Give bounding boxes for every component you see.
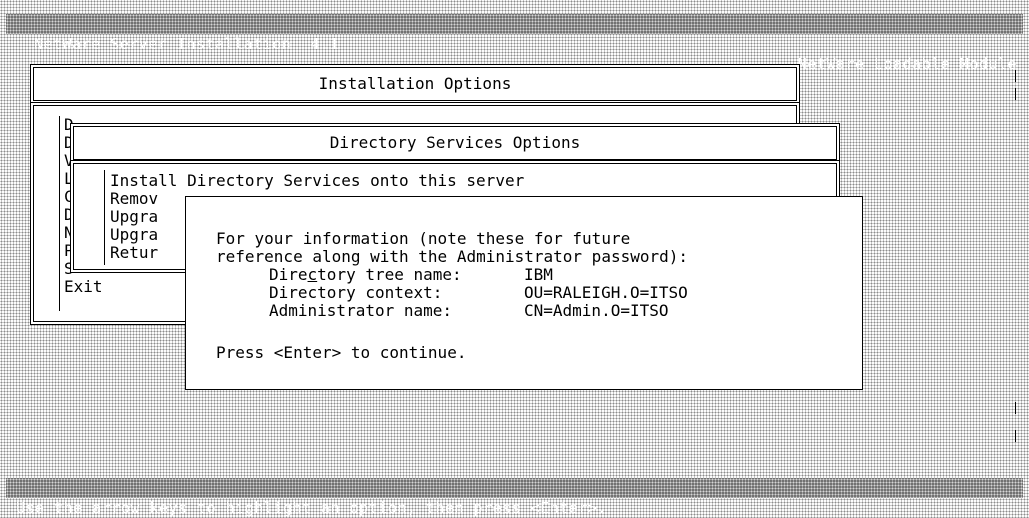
information-dialog: For your information (note these for fut… — [185, 196, 863, 390]
title-bar: NetWare Server Installation 4.1 NetWare … — [6, 14, 1023, 73]
app-title: NetWare Server Installation 4.1 — [34, 35, 339, 53]
module-label: NetWare Loadable Module — [797, 55, 1017, 73]
tree-name-label-part: tory tree name: — [317, 265, 462, 284]
installation-options-header: Installation Options — [30, 64, 800, 104]
menu-list-border — [104, 170, 105, 265]
context-label: Directory context: — [269, 283, 443, 302]
status-bar: Use the arrow keys to highlight an optio… — [6, 478, 1023, 517]
info-intro-line: For your information (note these for fut… — [216, 229, 631, 248]
context-value: OU=RALEIGH.O=ITSO — [524, 283, 688, 302]
admin-name-label: Administrator name: — [269, 301, 453, 320]
right-edge-tick — [1015, 88, 1016, 100]
menu-item-remove[interactable]: Remov — [110, 190, 158, 208]
tree-name-value: IBM — [524, 265, 553, 284]
continue-prompt[interactable]: Press <Enter> to continue. — [216, 344, 466, 362]
menu-item-exit[interactable]: Exit — [64, 278, 103, 296]
admin-name-value: CN=Admin.O=ITSO — [524, 301, 669, 320]
tree-name-label-part: Dire — [269, 265, 308, 284]
tree-name-label-hotkey: c — [307, 265, 318, 284]
directory-services-options-title: Directory Services Options — [329, 133, 581, 152]
menu-item-install-directory-services[interactable]: Install Directory Services onto this ser… — [110, 172, 524, 190]
info-intro-line: reference along with the Administrator p… — [216, 247, 689, 266]
right-edge-tick — [1015, 430, 1016, 442]
menu-item-return[interactable]: Retur — [110, 244, 158, 262]
menu-item-upgrade[interactable]: Upgra — [110, 208, 158, 226]
right-edge-tick — [1015, 70, 1016, 82]
right-edge-tick — [1015, 402, 1016, 414]
menu-item-upgrade[interactable]: Upgra — [110, 226, 158, 244]
menu-list-border — [59, 116, 60, 311]
installation-options-title: Installation Options — [318, 74, 512, 93]
tree-name-label: Directory tree name: — [269, 266, 462, 284]
status-hint: Use the arrow keys to highlight an optio… — [16, 499, 607, 517]
directory-services-options-header: Directory Services Options — [70, 123, 840, 163]
